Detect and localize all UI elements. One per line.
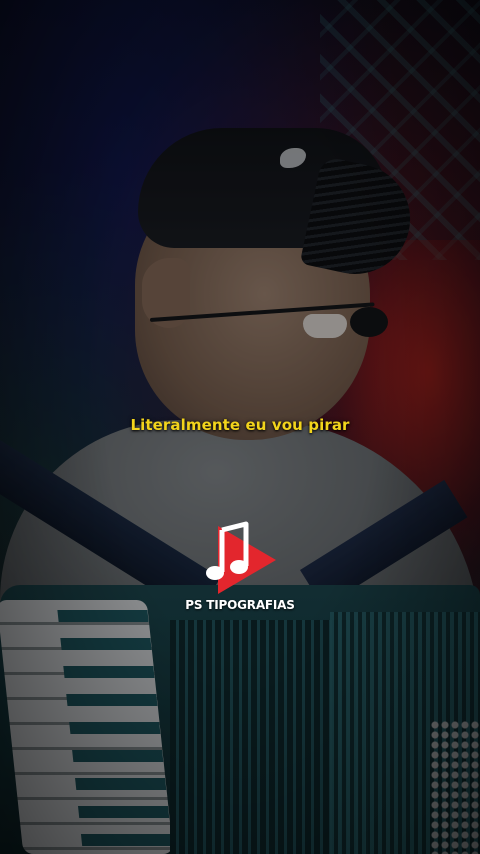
music-note-play-icon	[206, 521, 276, 594]
brand-name: PS TIPOGRAFIAS	[185, 598, 295, 612]
video-player[interactable]: Literalmente eu vou pirar PS TIPOGRAFIAS	[0, 0, 480, 854]
watermark: PS TIPOGRAFIAS	[180, 520, 300, 620]
lyric-caption: Literalmente eu vou pirar	[130, 416, 350, 434]
